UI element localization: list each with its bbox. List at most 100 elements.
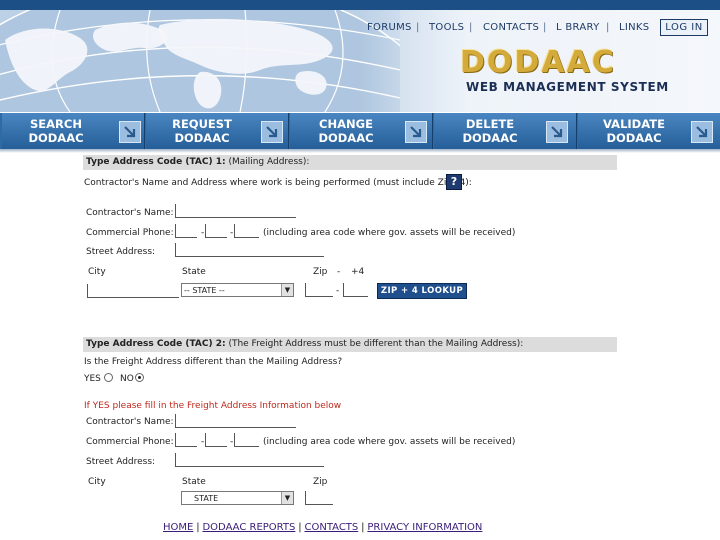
nav-label-line1: CHANGE (319, 117, 373, 131)
nav-label-line1: DELETE (465, 117, 515, 131)
zip4-lookup-button[interactable]: ZIP + 4 LOOKUP (377, 283, 467, 299)
tac2-subtitle: (The Freight Address must be different t… (228, 339, 524, 349)
nav-shadow (0, 149, 720, 153)
tac1-zip-label: Zip (313, 267, 328, 277)
tac2-title: Type Address Code (TAC) 2: (86, 339, 226, 349)
link-separator: | (416, 22, 420, 33)
nav-label-line2: DODAAC (606, 131, 662, 145)
tac1-state-label: State (182, 267, 206, 277)
tac2-street-label: Street Address: (86, 457, 156, 467)
tac1-phone-label: Commercial Phone: (86, 228, 174, 238)
nav-link-links[interactable]: LINKS (619, 22, 649, 33)
phone-dash: - (230, 437, 234, 447)
state-select-value: STATE (194, 494, 219, 503)
state-select-value: -- STATE -- (184, 286, 225, 295)
arrow-down-right-icon (405, 121, 427, 143)
tac2-phone-label: Commercial Phone: (86, 437, 174, 447)
login-button[interactable]: LOG IN (660, 19, 708, 36)
tac1-name-label: Contractor's Name: (86, 208, 174, 218)
nav-link-library[interactable]: L BRARY (556, 22, 600, 33)
tac2-phone-area-input[interactable] (175, 433, 197, 447)
top-stripe (0, 0, 720, 10)
world-map-graphic (0, 10, 400, 112)
arrow-down-right-icon (691, 121, 713, 143)
nav-label-line2: DODAAC (174, 131, 230, 145)
tac2-zip-label: Zip (313, 477, 328, 487)
tac1-phone-area-input[interactable] (175, 224, 197, 238)
tac1-phone-note: (including area code where gov. assets w… (263, 228, 516, 238)
radio-no-label: NO (120, 374, 134, 384)
site-header: FORUMS | TOOLS | CONTACTS | L BRARY | LI… (0, 0, 720, 112)
arrow-down-right-icon (261, 121, 283, 143)
nav-label-line1: VALIDATE (603, 117, 665, 131)
nav-link-forums[interactable]: FORUMS (367, 22, 412, 33)
tac1-plus4-label: +4 (351, 267, 365, 277)
nav-label-line2: DODAAC (462, 131, 518, 145)
chevron-down-icon: ▼ (281, 284, 293, 296)
phone-dash: - (201, 228, 205, 238)
nav-link-tools[interactable]: TOOLS (429, 22, 464, 33)
tac1-state-select[interactable]: -- STATE -- ▼ (181, 283, 294, 297)
link-separator: | (469, 22, 473, 33)
tac2-state-select[interactable]: STATE ▼ (181, 491, 294, 505)
nav-label-line2: DODAAC (28, 131, 84, 145)
radio-no[interactable] (135, 373, 144, 382)
footer-link-dodaac-reports[interactable]: DODAAC REPORTS (202, 522, 295, 533)
footer-link-privacy[interactable]: PRIVACY INFORMATION (367, 522, 482, 533)
main-nav-bar: SEARCH DODAAC REQUEST DODAAC CHANGE DODA… (0, 113, 720, 149)
zip-dash: - (337, 267, 341, 277)
link-separator: | (606, 22, 610, 33)
tac2-instruction: If YES please fill in the Freight Addres… (84, 401, 342, 411)
footer-links: HOME | DODAAC REPORTS | CONTACTS | PRIVA… (163, 522, 482, 533)
phone-dash: - (201, 437, 205, 447)
tac2-contractor-name-input[interactable] (175, 414, 296, 428)
help-icon[interactable]: ? (446, 174, 462, 190)
nav-label-line1: SEARCH (30, 117, 82, 131)
nav-request-dodaac[interactable]: REQUEST DODAAC (146, 113, 289, 149)
arrow-down-right-icon (546, 121, 568, 143)
radio-yes[interactable] (104, 373, 113, 382)
nav-validate-dodaac[interactable]: VALIDATE DODAAC (578, 113, 720, 149)
tac1-phone-prefix-input[interactable] (205, 224, 227, 238)
site-subtitle: WEB MANAGEMENT SYSTEM (466, 80, 669, 94)
zip-dash: - (336, 286, 340, 296)
footer-link-home[interactable]: HOME (163, 522, 193, 533)
tac2-zip-input[interactable] (305, 491, 333, 505)
phone-dash: - (230, 228, 234, 238)
tac1-zip4-input[interactable] (343, 283, 368, 297)
tac2-name-label: Contractor's Name: (86, 417, 174, 427)
arrow-down-right-icon (119, 121, 141, 143)
nav-link-contacts[interactable]: CONTACTS (483, 22, 539, 33)
tac1-section-header: Type Address Code (TAC) 1: (Mailing Addr… (83, 155, 617, 170)
tac1-street-input[interactable] (175, 243, 324, 257)
tac1-contractor-name-input[interactable] (175, 204, 296, 218)
footer-separator: | (361, 522, 365, 533)
footer-link-contacts[interactable]: CONTACTS (304, 522, 358, 533)
tac2-state-label: State (182, 477, 206, 487)
tac1-city-input[interactable] (87, 284, 179, 298)
tac1-intro-text: Contractor's Name and Address where work… (84, 178, 472, 188)
tac2-section-header: Type Address Code (TAC) 2: (The Freight … (83, 337, 617, 352)
tac2-phone-prefix-input[interactable] (205, 433, 227, 447)
tac1-subtitle: (Mailing Address): (228, 157, 310, 167)
nav-change-dodaac[interactable]: CHANGE DODAAC (290, 113, 433, 149)
chevron-down-icon: ▼ (281, 492, 293, 504)
tac2-city-label: City (88, 477, 106, 487)
tac1-city-label: City (88, 267, 106, 277)
nav-delete-dodaac[interactable]: DELETE DODAAC (434, 113, 577, 149)
tac2-street-input[interactable] (175, 453, 324, 467)
dodaac-logo: DODAAC (460, 45, 616, 80)
tac2-phone-line-input[interactable] (234, 433, 259, 447)
tac2-phone-note: (including area code where gov. assets w… (263, 437, 516, 447)
radio-yes-label: YES (84, 374, 101, 384)
tac1-phone-line-input[interactable] (234, 224, 259, 238)
nav-label-line2: DODAAC (318, 131, 374, 145)
nav-search-dodaac[interactable]: SEARCH DODAAC (2, 113, 145, 149)
tac1-title: Type Address Code (TAC) 1: (86, 157, 226, 167)
tac1-zip-input[interactable] (305, 283, 333, 297)
footer-separator: | (298, 522, 302, 533)
link-separator: | (543, 22, 547, 33)
nav-label-line1: REQUEST (172, 117, 232, 131)
footer-separator: | (196, 522, 200, 533)
tac2-question: Is the Freight Address different than th… (84, 357, 343, 367)
